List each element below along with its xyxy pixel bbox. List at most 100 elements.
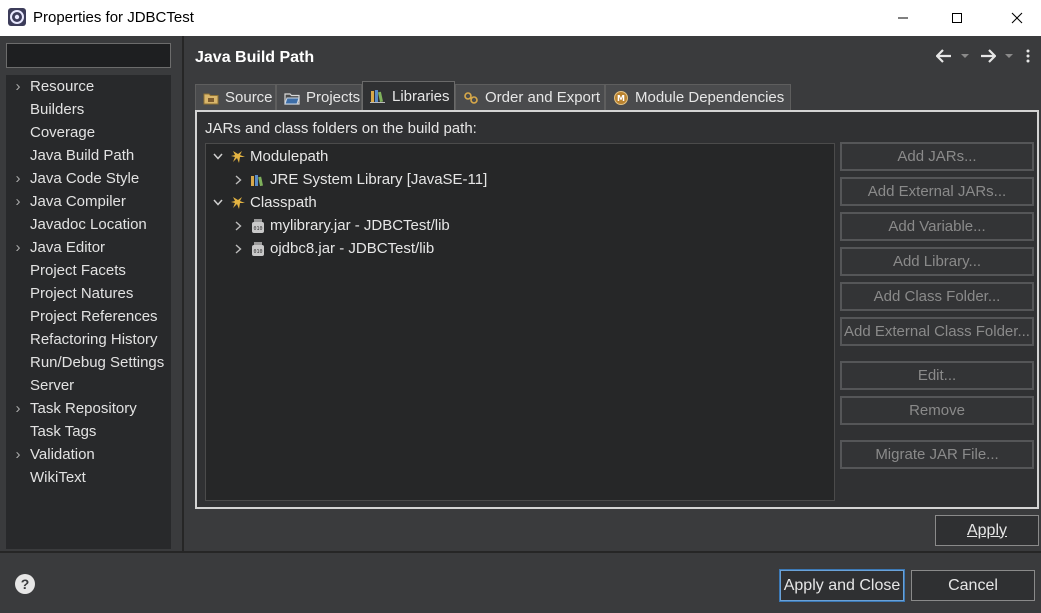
sidebar-item-label: Java Compiler [30, 193, 126, 210]
close-icon [1011, 12, 1023, 24]
sidebar-item-label: Task Repository [30, 400, 137, 417]
sidebar-item-label: Project Natures [30, 285, 134, 302]
sidebar-item-resource[interactable]: › Resource [6, 75, 171, 98]
sidebar-item-label: Coverage [30, 124, 96, 141]
build-path-label: JARs and class folders on the build path… [205, 120, 477, 137]
tab-libraries[interactable]: Libraries [362, 81, 455, 110]
tree-node-ojdbc8-jar[interactable]: 010 ojdbc8.jar - JDBCTest/lib [230, 237, 434, 260]
tree-node-label: mylibrary.jar - JDBCTest/lib [270, 217, 450, 234]
dialog-footer: ? Apply and Close Cancel [0, 553, 1041, 613]
tab-label: Projects [306, 89, 361, 106]
migrate-jar-button[interactable]: Migrate JAR File... [840, 440, 1034, 469]
sidebar-item-java-compiler[interactable]: › Java Compiler [6, 190, 171, 213]
apply-and-close-button[interactable]: Apply and Close [779, 569, 905, 602]
sidebar-item-label: Project References [30, 308, 158, 325]
back-button[interactable] [936, 46, 952, 66]
chevron-right-icon[interactable]: › [6, 239, 30, 256]
maximize-icon [952, 13, 962, 23]
tree-node-label: JRE System Library [JavaSE-11] [270, 171, 488, 188]
sidebar-item-java-build-path[interactable]: Java Build Path [6, 144, 171, 167]
sidebar-item-project-references[interactable]: Project References [6, 305, 171, 328]
sidebar-item-javadoc-location[interactable]: Javadoc Location [6, 213, 171, 236]
tab-module-dependencies[interactable]: M Module Dependencies [605, 84, 791, 110]
sidebar-item-label: Builders [30, 101, 85, 118]
minimize-button[interactable] [880, 0, 926, 36]
source-folder-icon [202, 90, 220, 106]
module-icon: M [612, 90, 630, 106]
sidebar-item-java-code-style[interactable]: › Java Code Style [6, 167, 171, 190]
chevron-right-icon[interactable] [230, 220, 246, 231]
build-path-tree[interactable]: Modulepath JRE System Library [JavaSE-11… [205, 143, 835, 501]
sidebar-item-coverage[interactable]: Coverage [6, 121, 171, 144]
tree-node-mylibrary-jar[interactable]: 010 mylibrary.jar - JDBCTest/lib [230, 214, 450, 237]
close-button[interactable] [994, 0, 1040, 36]
chevron-right-icon[interactable]: › [6, 400, 30, 417]
sidebar-item-validation[interactable]: › Validation [6, 443, 171, 466]
sidebar-item-task-repository[interactable]: › Task Repository [6, 397, 171, 420]
sidebar-item-run-debug-settings[interactable]: Run/Debug Settings [6, 351, 171, 374]
chevron-right-icon[interactable] [230, 243, 246, 254]
library-container-icon [229, 195, 247, 211]
add-external-jars-button[interactable]: Add External JARs... [840, 177, 1034, 206]
sidebar-item-label: Java Editor [30, 239, 106, 256]
tree-node-classpath[interactable]: Classpath [210, 191, 317, 214]
forward-dropdown[interactable] [1004, 46, 1014, 66]
property-page: Java Build Path Source Projects Librarie… [184, 36, 1041, 551]
minimize-icon [898, 17, 908, 19]
sidebar-item-label: Run/Debug Settings [30, 354, 165, 371]
view-menu-button[interactable] [1026, 46, 1030, 66]
sidebar-item-label: Resource [30, 78, 95, 95]
apply-button[interactable]: Apply [935, 515, 1039, 546]
add-external-class-folder-button[interactable]: Add External Class Folder... [840, 317, 1034, 346]
chevron-down-icon[interactable] [210, 153, 226, 160]
sidebar-item-label: Task Tags [30, 423, 97, 440]
help-icon[interactable]: ? [15, 574, 35, 594]
sidebar-item-server[interactable]: Server [6, 374, 171, 397]
add-jars-button[interactable]: Add JARs... [840, 142, 1034, 171]
sidebar-item-label: WikiText [30, 469, 86, 486]
sidebar-item-label: Project Facets [30, 262, 126, 279]
page-title: Java Build Path [195, 49, 315, 66]
add-class-folder-button[interactable]: Add Class Folder... [840, 282, 1034, 311]
sidebar-item-builders[interactable]: Builders [6, 98, 171, 121]
jar-icon: 010 [249, 241, 267, 257]
chevron-right-icon[interactable] [230, 174, 246, 185]
add-library-button[interactable]: Add Library... [840, 247, 1034, 276]
sidebar-item-project-natures[interactable]: Project Natures [6, 282, 171, 305]
forward-button[interactable] [980, 46, 996, 66]
tab-source[interactable]: Source [195, 84, 276, 110]
properties-tree: › Resource Builders Coverage Java Build P… [6, 75, 171, 549]
tree-node-jre-system-library[interactable]: JRE System Library [JavaSE-11] [230, 168, 487, 191]
arrow-left-icon [936, 49, 951, 63]
more-vertical-icon [1026, 49, 1030, 63]
filter-input[interactable] [6, 43, 171, 68]
sidebar-item-project-facets[interactable]: Project Facets [6, 259, 171, 282]
maximize-button[interactable] [934, 0, 980, 36]
sidebar-item-label: Validation [30, 446, 95, 463]
chevron-right-icon[interactable]: › [6, 78, 30, 95]
sidebar-item-task-tags[interactable]: Task Tags [6, 420, 171, 443]
tab-projects[interactable]: Projects [276, 84, 362, 110]
tab-order-and-export[interactable]: Order and Export [455, 84, 605, 110]
remove-button[interactable]: Remove [840, 396, 1034, 425]
back-dropdown[interactable] [960, 46, 970, 66]
order-export-icon [462, 90, 480, 106]
sidebar-item-java-editor[interactable]: › Java Editor [6, 236, 171, 259]
edit-button[interactable]: Edit... [840, 361, 1034, 390]
chevron-down-icon[interactable] [210, 199, 226, 206]
chevron-right-icon[interactable]: › [6, 170, 30, 187]
apply-label: Apply [966, 521, 1008, 539]
sidebar-item-wikitext[interactable]: WikiText [6, 466, 171, 489]
sidebar-item-label: Refactoring History [30, 331, 158, 348]
sidebar-item-refactoring-history[interactable]: Refactoring History [6, 328, 171, 351]
chevron-right-icon[interactable]: › [6, 193, 30, 210]
tab-label: Source [225, 89, 273, 106]
library-container-icon [229, 149, 247, 165]
tree-node-modulepath[interactable]: Modulepath [210, 145, 328, 168]
add-variable-button[interactable]: Add Variable... [840, 212, 1034, 241]
sidebar-item-label: Server [30, 377, 75, 394]
libraries-tab-panel: JARs and class folders on the build path… [195, 110, 1039, 509]
title-bar: Properties for JDBCTest [0, 0, 1041, 36]
chevron-right-icon[interactable]: › [6, 446, 30, 463]
cancel-button[interactable]: Cancel [911, 570, 1035, 601]
